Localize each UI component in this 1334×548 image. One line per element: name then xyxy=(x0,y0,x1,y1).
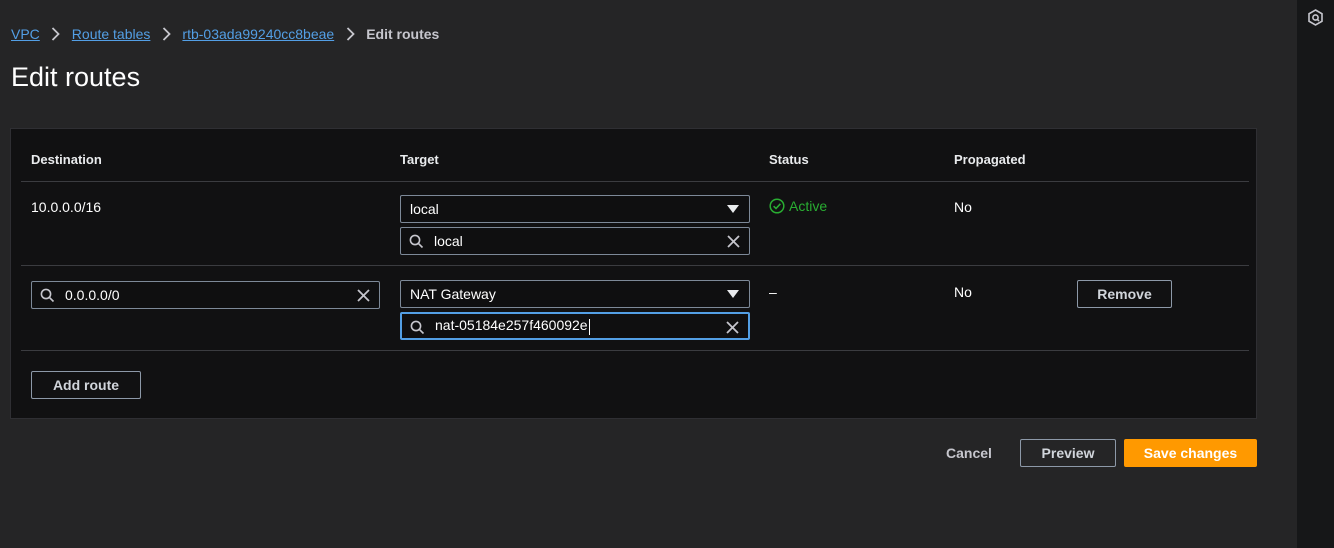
cancel-button[interactable]: Cancel xyxy=(938,444,1000,462)
target-select-value: local xyxy=(410,201,439,217)
chevron-right-icon xyxy=(156,26,176,42)
row-divider xyxy=(21,350,1249,351)
search-icon xyxy=(410,320,425,335)
breadcrumb-link-route-tables[interactable]: Route tables xyxy=(72,26,151,42)
search-icon xyxy=(40,288,55,303)
target-search-value-wrap: nat-05184e257f460092e xyxy=(435,317,590,335)
column-header-status: Status xyxy=(769,152,809,167)
add-route-button[interactable]: Add route xyxy=(31,371,141,399)
target-select[interactable]: NAT Gateway xyxy=(400,280,750,308)
column-header-target: Target xyxy=(400,152,439,167)
clear-icon[interactable] xyxy=(725,320,740,335)
target-search-input[interactable]: local xyxy=(400,227,750,255)
breadcrumb-link-route-table-id[interactable]: rtb-03ada99240cc8beae xyxy=(182,26,334,42)
propagated-value: No xyxy=(954,284,972,300)
column-header-propagated: Propagated xyxy=(954,152,1026,167)
settings-hex-icon[interactable] xyxy=(1307,9,1324,26)
target-search-value: local xyxy=(434,233,463,249)
status-text: Active xyxy=(789,198,828,214)
row-divider xyxy=(21,265,1249,266)
remove-route-button[interactable]: Remove xyxy=(1077,280,1172,308)
save-changes-button[interactable]: Save changes xyxy=(1124,439,1257,467)
status-badge: Active xyxy=(769,198,827,214)
target-select-value: NAT Gateway xyxy=(410,286,496,302)
destination-search-value: 0.0.0.0/0 xyxy=(65,287,120,303)
search-icon xyxy=(409,234,424,249)
breadcrumb-current: Edit routes xyxy=(366,26,440,42)
table-header: Destination Target Status Propagated xyxy=(11,129,1256,181)
target-search-value: nat-05184e257f460092e xyxy=(435,317,588,334)
propagated-value: No xyxy=(954,199,972,215)
caret-down-icon xyxy=(727,205,739,213)
caret-down-icon xyxy=(727,290,739,298)
target-select[interactable]: local xyxy=(400,195,750,223)
destination-value: 10.0.0.0/16 xyxy=(31,199,102,215)
check-circle-icon xyxy=(769,198,785,214)
preview-button[interactable]: Preview xyxy=(1020,439,1116,467)
chevron-right-icon xyxy=(340,26,360,42)
destination-search-input[interactable]: 0.0.0.0/0 xyxy=(31,281,380,309)
breadcrumb-link-vpc[interactable]: VPC xyxy=(11,26,40,42)
breadcrumb: VPC Route tables rtb-03ada99240cc8beae E… xyxy=(11,26,439,42)
page-title: Edit routes xyxy=(11,62,141,92)
chevron-right-icon xyxy=(46,26,66,42)
right-utility-bar xyxy=(1297,0,1334,548)
clear-icon[interactable] xyxy=(726,234,741,249)
status-text: – xyxy=(769,284,777,300)
column-header-destination: Destination xyxy=(31,152,102,167)
target-search-input[interactable]: nat-05184e257f460092e xyxy=(400,312,750,340)
row-divider xyxy=(21,181,1249,182)
clear-icon[interactable] xyxy=(356,288,371,303)
text-cursor xyxy=(588,318,590,335)
routes-table-panel: Destination Target Status Propagated 10.… xyxy=(10,128,1257,419)
